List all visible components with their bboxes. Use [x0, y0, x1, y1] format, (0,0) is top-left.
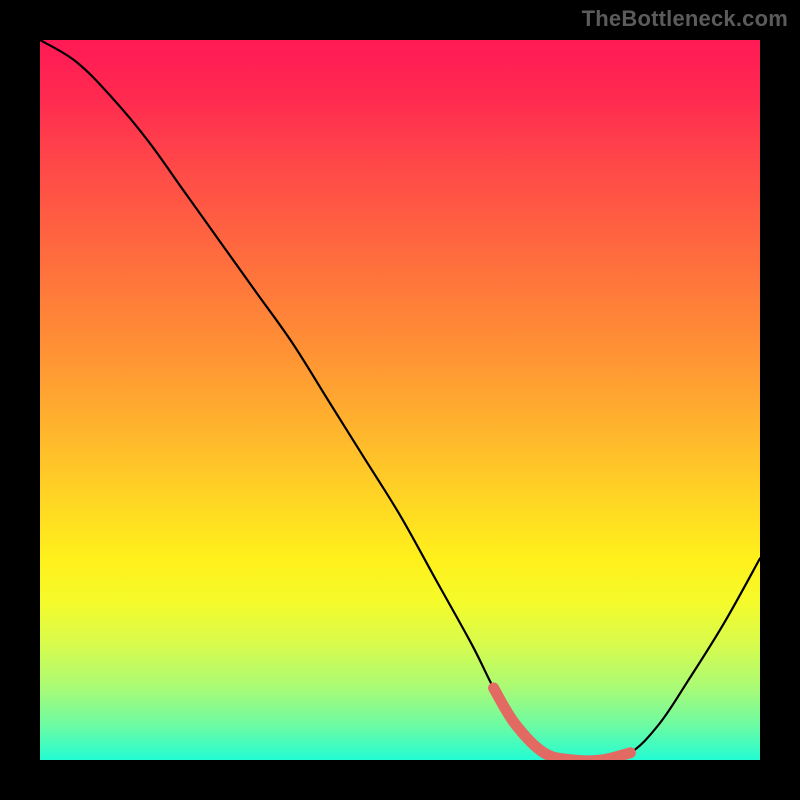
optimal-band-path [494, 688, 631, 760]
chart-svg [40, 40, 760, 760]
plot-area [40, 40, 760, 760]
chart-container: TheBottleneck.com [0, 0, 800, 800]
bottleneck-curve-path [40, 40, 760, 760]
attribution-watermark: TheBottleneck.com [582, 6, 788, 32]
